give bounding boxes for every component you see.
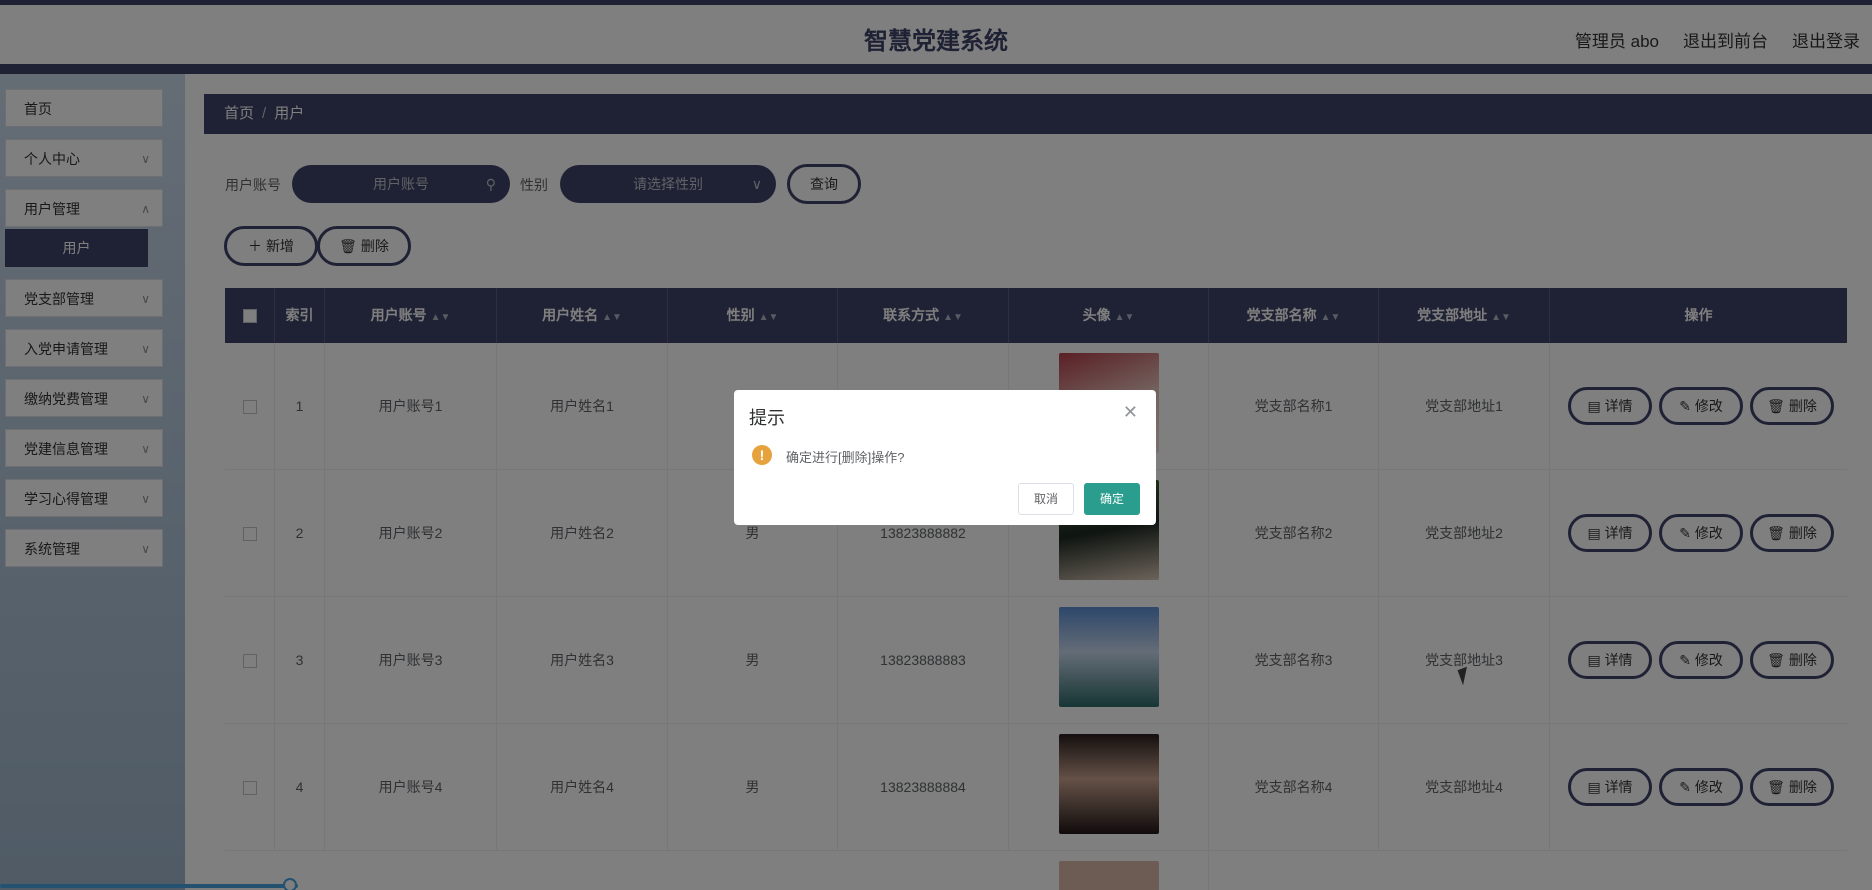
dialog-title: 提示 [749, 408, 785, 428]
confirm-dialog: 提示 ✕ ! 确定进行[删除]操作? 取消 确定 [734, 390, 1156, 525]
dialog-message: 确定进行[删除]操作? [786, 450, 905, 465]
warning-icon: ! [752, 445, 772, 465]
close-icon[interactable]: ✕ [1123, 402, 1138, 423]
confirm-button[interactable]: 确定 [1084, 483, 1140, 515]
cancel-button[interactable]: 取消 [1018, 483, 1074, 515]
